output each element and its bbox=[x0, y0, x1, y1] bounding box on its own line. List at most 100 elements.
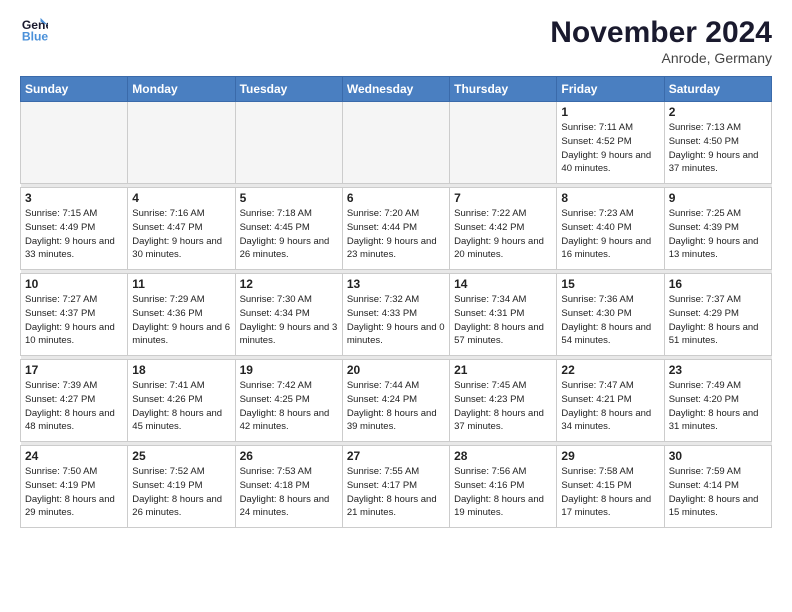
week-row-3: 10 Sunrise: 7:27 AM Sunset: 4:37 PM Dayli… bbox=[21, 274, 772, 356]
day-info: Sunrise: 7:16 AM Sunset: 4:47 PM Dayligh… bbox=[132, 207, 230, 262]
day-info: Sunrise: 7:49 AM Sunset: 4:20 PM Dayligh… bbox=[669, 379, 767, 434]
table-row: 18 Sunrise: 7:41 AM Sunset: 4:26 PM Dayli… bbox=[128, 360, 235, 442]
day-info: Sunrise: 7:25 AM Sunset: 4:39 PM Dayligh… bbox=[669, 207, 767, 262]
table-row: 24 Sunrise: 7:50 AM Sunset: 4:19 PM Dayli… bbox=[21, 446, 128, 528]
table-row: 30 Sunrise: 7:59 AM Sunset: 4:14 PM Dayli… bbox=[664, 446, 771, 528]
table-row bbox=[128, 102, 235, 184]
table-row: 9 Sunrise: 7:25 AM Sunset: 4:39 PM Daylig… bbox=[664, 188, 771, 270]
day-number: 11 bbox=[132, 277, 230, 291]
day-number: 12 bbox=[240, 277, 338, 291]
day-number: 28 bbox=[454, 449, 552, 463]
table-row: 26Sunrise: 7:53 AM Sunset: 4:18 PM Dayli… bbox=[235, 446, 342, 528]
day-number: 24 bbox=[25, 449, 123, 463]
day-info: Sunrise: 7:39 AM Sunset: 4:27 PM Dayligh… bbox=[25, 379, 123, 434]
day-info: Sunrise: 7:58 AM Sunset: 4:15 PM Dayligh… bbox=[561, 465, 659, 520]
day-number: 21 bbox=[454, 363, 552, 377]
table-row: 21 Sunrise: 7:45 AM Sunset: 4:23 PM Dayli… bbox=[450, 360, 557, 442]
calendar-header-row: Sunday Monday Tuesday Wednesday Thursday… bbox=[21, 77, 772, 102]
day-info: Sunrise: 7:15 AM Sunset: 4:49 PM Dayligh… bbox=[25, 207, 123, 262]
day-number: 1 bbox=[561, 105, 659, 119]
table-row bbox=[235, 102, 342, 184]
day-number: 6 bbox=[347, 191, 445, 205]
day-number: 16 bbox=[669, 277, 767, 291]
day-info: Sunrise: 7:23 AM Sunset: 4:40 PM Dayligh… bbox=[561, 207, 659, 262]
table-row: 20Sunrise: 7:44 AM Sunset: 4:24 PM Dayli… bbox=[342, 360, 449, 442]
day-info: Sunrise: 7:44 AM Sunset: 4:24 PM Dayligh… bbox=[347, 379, 445, 434]
week-row-5: 24 Sunrise: 7:50 AM Sunset: 4:19 PM Dayli… bbox=[21, 446, 772, 528]
day-info: Sunrise: 7:32 AM Sunset: 4:33 PM Dayligh… bbox=[347, 293, 445, 348]
page: General Blue November 2024 Anrode, Germa… bbox=[0, 0, 792, 612]
table-row: 15Sunrise: 7:36 AM Sunset: 4:30 PM Dayli… bbox=[557, 274, 664, 356]
day-number: 4 bbox=[132, 191, 230, 205]
day-info: Sunrise: 7:30 AM Sunset: 4:34 PM Dayligh… bbox=[240, 293, 338, 348]
calendar-table: Sunday Monday Tuesday Wednesday Thursday… bbox=[20, 76, 772, 528]
col-thursday: Thursday bbox=[450, 77, 557, 102]
table-row: 13 Sunrise: 7:32 AM Sunset: 4:33 PM Dayli… bbox=[342, 274, 449, 356]
day-number: 8 bbox=[561, 191, 659, 205]
col-monday: Monday bbox=[128, 77, 235, 102]
day-info: Sunrise: 7:29 AM Sunset: 4:36 PM Dayligh… bbox=[132, 293, 230, 348]
day-number: 5 bbox=[240, 191, 338, 205]
table-row bbox=[450, 102, 557, 184]
table-row: 28 Sunrise: 7:56 AM Sunset: 4:16 PM Dayli… bbox=[450, 446, 557, 528]
day-info: Sunrise: 7:20 AM Sunset: 4:44 PM Dayligh… bbox=[347, 207, 445, 262]
week-row-1: 1 Sunrise: 7:11 AM Sunset: 4:52 PM Daylig… bbox=[21, 102, 772, 184]
table-row: 6 Sunrise: 7:20 AM Sunset: 4:44 PM Daylig… bbox=[342, 188, 449, 270]
table-row: 10 Sunrise: 7:27 AM Sunset: 4:37 PM Dayli… bbox=[21, 274, 128, 356]
table-row: 17 Sunrise: 7:39 AM Sunset: 4:27 PM Dayli… bbox=[21, 360, 128, 442]
day-info: Sunrise: 7:18 AM Sunset: 4:45 PM Dayligh… bbox=[240, 207, 338, 262]
svg-text:Blue: Blue bbox=[22, 29, 48, 43]
table-row: 27Sunrise: 7:55 AM Sunset: 4:17 PM Dayli… bbox=[342, 446, 449, 528]
table-row: 25 Sunrise: 7:52 AM Sunset: 4:19 PM Dayli… bbox=[128, 446, 235, 528]
table-row: 4 Sunrise: 7:16 AM Sunset: 4:47 PM Daylig… bbox=[128, 188, 235, 270]
table-row: 29 Sunrise: 7:58 AM Sunset: 4:15 PM Dayli… bbox=[557, 446, 664, 528]
day-info: Sunrise: 7:56 AM Sunset: 4:16 PM Dayligh… bbox=[454, 465, 552, 520]
day-info: Sunrise: 7:50 AM Sunset: 4:19 PM Dayligh… bbox=[25, 465, 123, 520]
day-number: 29 bbox=[561, 449, 659, 463]
table-row: 5 Sunrise: 7:18 AM Sunset: 4:45 PM Daylig… bbox=[235, 188, 342, 270]
day-number: 18 bbox=[132, 363, 230, 377]
table-row: 23 Sunrise: 7:49 AM Sunset: 4:20 PM Dayli… bbox=[664, 360, 771, 442]
day-info: Sunrise: 7:37 AM Sunset: 4:29 PM Dayligh… bbox=[669, 293, 767, 348]
table-row: 22 Sunrise: 7:47 AM Sunset: 4:21 PM Dayli… bbox=[557, 360, 664, 442]
day-info: Sunrise: 7:22 AM Sunset: 4:42 PM Dayligh… bbox=[454, 207, 552, 262]
table-row: 8 Sunrise: 7:23 AM Sunset: 4:40 PM Daylig… bbox=[557, 188, 664, 270]
day-info: Sunrise: 7:13 AM Sunset: 4:50 PM Dayligh… bbox=[669, 121, 767, 176]
day-info: Sunrise: 7:27 AM Sunset: 4:37 PM Dayligh… bbox=[25, 293, 123, 348]
day-info: Sunrise: 7:36 AM Sunset: 4:30 PM Dayligh… bbox=[561, 293, 659, 348]
day-number: 30 bbox=[669, 449, 767, 463]
day-info: Sunrise: 7:59 AM Sunset: 4:14 PM Dayligh… bbox=[669, 465, 767, 520]
day-number: 13 bbox=[347, 277, 445, 291]
day-info: Sunrise: 7:47 AM Sunset: 4:21 PM Dayligh… bbox=[561, 379, 659, 434]
table-row bbox=[342, 102, 449, 184]
title-block: November 2024 Anrode, Germany bbox=[550, 16, 772, 66]
day-number: 23 bbox=[669, 363, 767, 377]
table-row: 3 Sunrise: 7:15 AM Sunset: 4:49 PM Daylig… bbox=[21, 188, 128, 270]
day-number: 25 bbox=[132, 449, 230, 463]
day-info: Sunrise: 7:41 AM Sunset: 4:26 PM Dayligh… bbox=[132, 379, 230, 434]
day-number: 9 bbox=[669, 191, 767, 205]
col-tuesday: Tuesday bbox=[235, 77, 342, 102]
day-info: Sunrise: 7:45 AM Sunset: 4:23 PM Dayligh… bbox=[454, 379, 552, 434]
day-number: 10 bbox=[25, 277, 123, 291]
day-number: 2 bbox=[669, 105, 767, 119]
day-number: 19 bbox=[240, 363, 338, 377]
table-row: 7Sunrise: 7:22 AM Sunset: 4:42 PM Daylig… bbox=[450, 188, 557, 270]
table-row: 11 Sunrise: 7:29 AM Sunset: 4:36 PM Dayli… bbox=[128, 274, 235, 356]
day-number: 14 bbox=[454, 277, 552, 291]
week-row-4: 17 Sunrise: 7:39 AM Sunset: 4:27 PM Dayli… bbox=[21, 360, 772, 442]
day-number: 17 bbox=[25, 363, 123, 377]
day-info: Sunrise: 7:11 AM Sunset: 4:52 PM Dayligh… bbox=[561, 121, 659, 176]
col-saturday: Saturday bbox=[664, 77, 771, 102]
day-number: 22 bbox=[561, 363, 659, 377]
day-info: Sunrise: 7:52 AM Sunset: 4:19 PM Dayligh… bbox=[132, 465, 230, 520]
logo-icon: General Blue bbox=[20, 16, 48, 44]
col-wednesday: Wednesday bbox=[342, 77, 449, 102]
location: Anrode, Germany bbox=[550, 50, 772, 66]
day-info: Sunrise: 7:53 AM Sunset: 4:18 PM Dayligh… bbox=[240, 465, 338, 520]
table-row: 12 Sunrise: 7:30 AM Sunset: 4:34 PM Dayli… bbox=[235, 274, 342, 356]
table-row: 2 Sunrise: 7:13 AM Sunset: 4:50 PM Daylig… bbox=[664, 102, 771, 184]
day-info: Sunrise: 7:42 AM Sunset: 4:25 PM Dayligh… bbox=[240, 379, 338, 434]
day-info: Sunrise: 7:55 AM Sunset: 4:17 PM Dayligh… bbox=[347, 465, 445, 520]
day-number: 3 bbox=[25, 191, 123, 205]
